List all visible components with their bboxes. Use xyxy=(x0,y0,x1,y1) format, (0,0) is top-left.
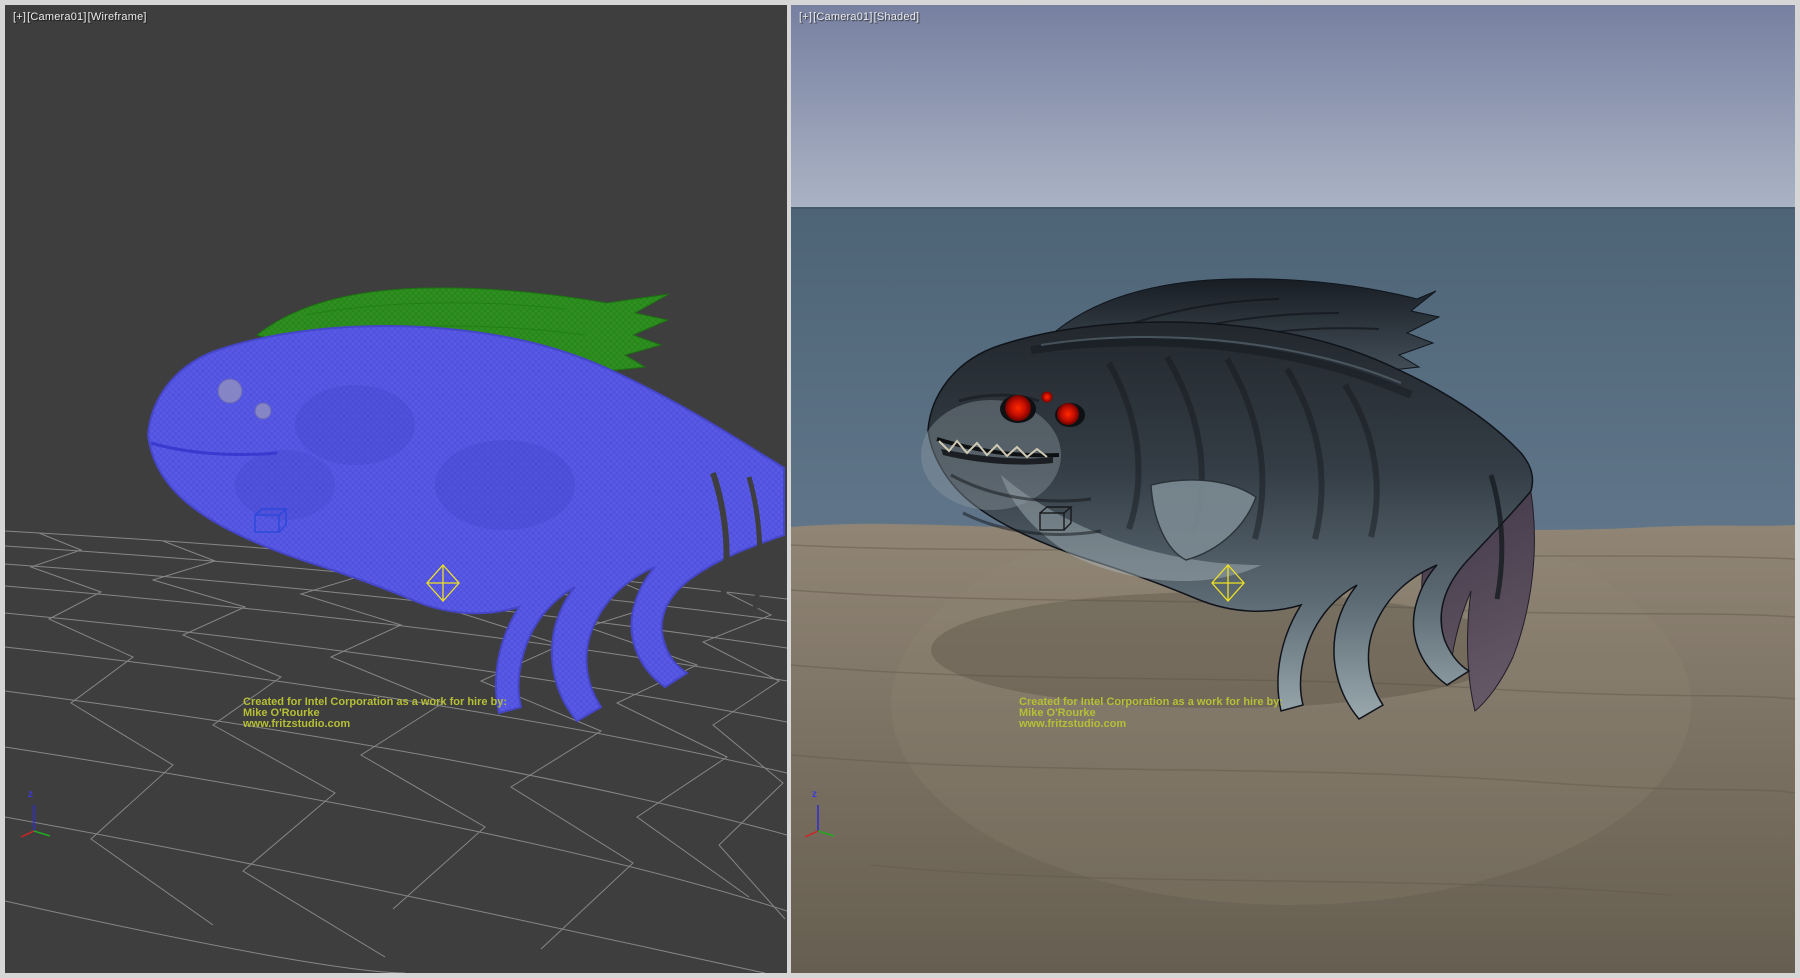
viewport-splitter[interactable] xyxy=(787,0,791,978)
viewport-label-wireframe: [+][Camera01][Wireframe] xyxy=(13,11,148,23)
watermark-line3: www.fritzstudio.com xyxy=(1019,719,1283,730)
fish-model-wireframe[interactable] xyxy=(148,288,784,721)
viewport-menu-plus[interactable]: [+] xyxy=(799,11,812,23)
scene-watermark: Created for Intel Corporation as a work … xyxy=(243,697,507,730)
viewport-menu-shading[interactable]: [Shaded] xyxy=(874,11,920,23)
viewport-menu-camera[interactable]: [Camera01] xyxy=(27,11,86,23)
viewport-canvas-shaded[interactable] xyxy=(791,5,1795,973)
main-window: [+][Camera01][Wireframe] xyxy=(0,0,1800,978)
viewport-menu-shading[interactable]: [Wireframe] xyxy=(88,11,147,23)
viewport-menu-camera[interactable]: [Camera01] xyxy=(813,11,872,23)
viewport-canvas-wireframe[interactable] xyxy=(5,5,787,973)
fish-eye xyxy=(218,379,242,403)
viewport-wireframe[interactable]: [+][Camera01][Wireframe] xyxy=(5,5,787,973)
axis-tripod-icon xyxy=(17,791,57,841)
viewport-label-shaded: [+][Camera01][Shaded] xyxy=(799,11,920,23)
axis-z-label: z xyxy=(812,789,817,800)
watermark-line3: www.fritzstudio.com xyxy=(243,719,507,730)
viewport-shaded[interactable]: [+][Camera01][Shaded] xyxy=(791,5,1795,973)
fish-eye-small xyxy=(255,403,271,419)
sky xyxy=(791,5,1795,207)
axis-tripod-icon xyxy=(801,791,841,841)
world-axis-tripod: z xyxy=(801,791,841,841)
world-axis-tripod: z xyxy=(17,791,57,841)
scene-watermark: Created for Intel Corporation as a work … xyxy=(1019,697,1283,730)
viewport-menu-plus[interactable]: [+] xyxy=(13,11,26,23)
axis-z-label: z xyxy=(28,789,33,800)
